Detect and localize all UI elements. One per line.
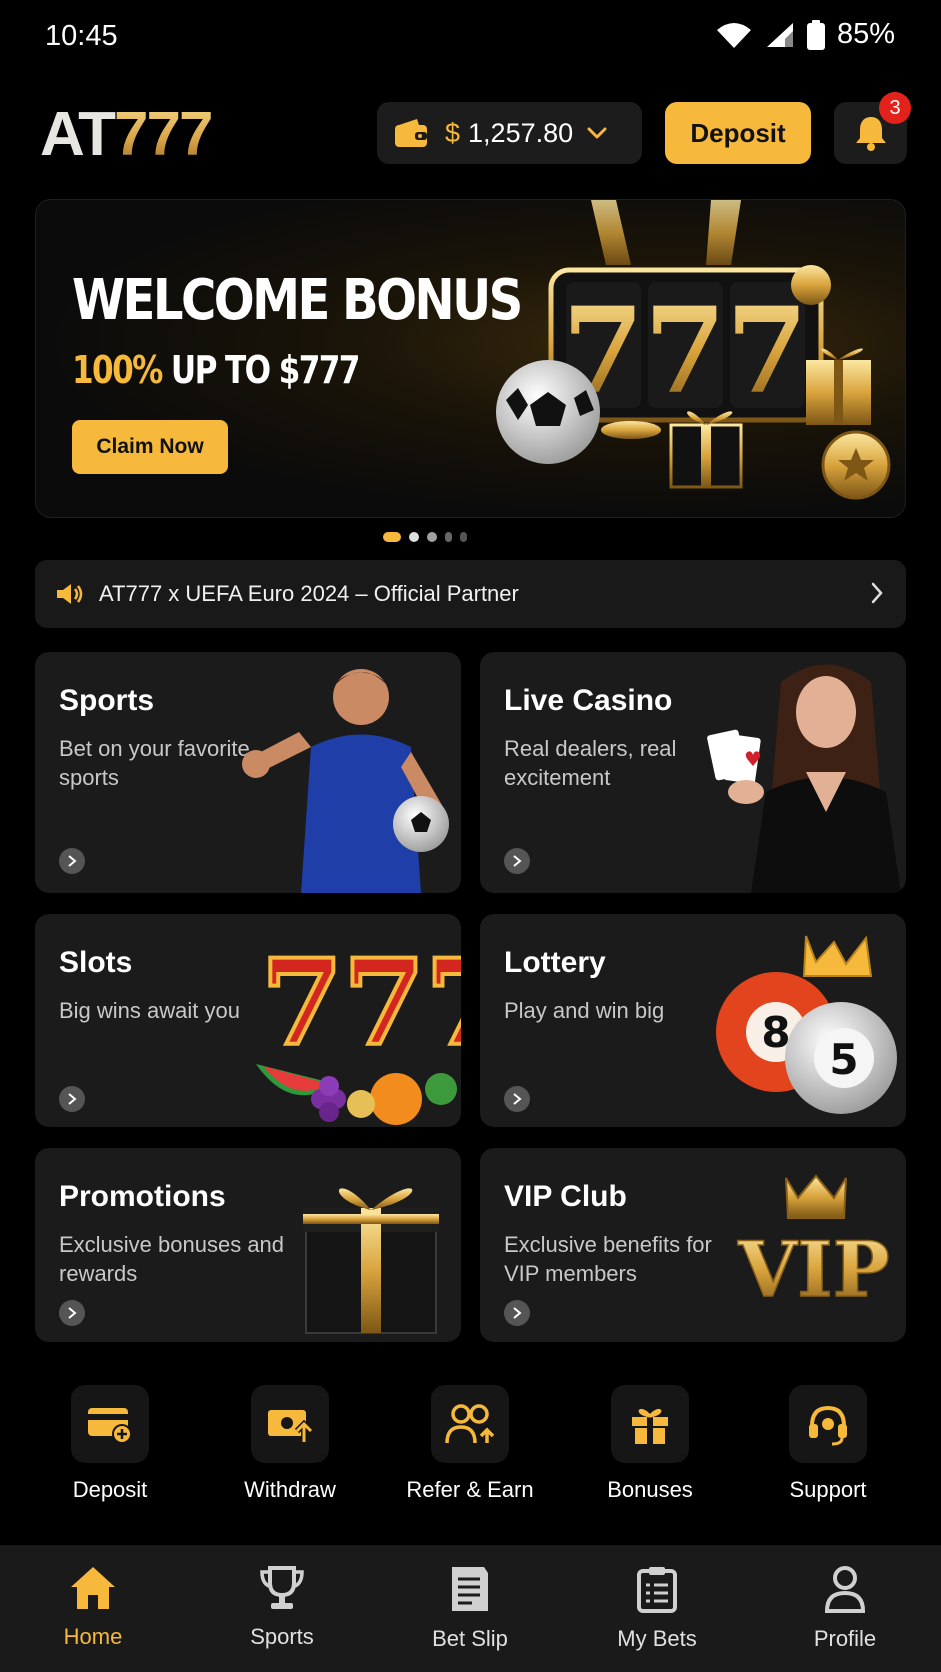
bottom-navigation: Home Sports Bet Slip My Bets Profile [0, 1545, 941, 1672]
cash-out-icon [251, 1385, 329, 1463]
clipboard-icon [637, 1567, 677, 1613]
app-logo[interactable]: AT777 [40, 100, 214, 170]
quick-action-support[interactable]: Support [738, 1385, 918, 1503]
quick-action-refer-earn[interactable]: Refer & Earn [380, 1385, 560, 1503]
pagination-dot[interactable] [427, 532, 437, 542]
logo-prefix: AT [40, 100, 116, 169]
category-card-live-casino[interactable]: Live Casino Real dealers, real excitemen… [480, 652, 906, 893]
soccer-player-illustration [242, 669, 449, 893]
status-bar: 10:45 85% [0, 0, 941, 72]
quick-action-withdraw[interactable]: Withdraw [200, 1385, 380, 1503]
card-description: Exclusive bonuses and rewards [59, 1232, 285, 1286]
battery-icon [806, 19, 825, 50]
category-card-promotions[interactable]: Promotions Exclusive bonuses and rewards [35, 1148, 461, 1342]
megaphone-icon [57, 584, 83, 604]
ticker-text: AT777 x UEFA Euro 2024 – Official Partne… [99, 581, 519, 606]
arrow-circle-icon[interactable] [59, 848, 85, 874]
nav-label: Home [63, 1624, 123, 1649]
casino-dealer-illustration: ♥ [707, 664, 901, 893]
nav-bet-slip[interactable]: Bet Slip [395, 1565, 545, 1652]
category-card-slots[interactable]: Slots Big wins await you 777 [35, 914, 461, 1127]
arrow-circle-icon[interactable] [504, 848, 530, 874]
lottery-ball-number: 5 [829, 1035, 858, 1084]
card-description: Exclusive benefits for VIP members [504, 1232, 712, 1286]
card-title: Slots [59, 946, 133, 979]
category-card-sports[interactable]: Sports Bet on your favorite sports [35, 652, 461, 893]
card-title: Sports [59, 684, 155, 717]
nav-my-bets[interactable]: My Bets [582, 1565, 732, 1652]
claim-now-button[interactable]: Claim Now [72, 420, 228, 474]
quick-action-label: Bonuses [607, 1477, 693, 1502]
lottery-balls-illustration: 8 5 [716, 935, 897, 1114]
nav-label: My Bets [617, 1626, 697, 1651]
chevron-down-icon [587, 127, 607, 139]
arrow-circle-icon[interactable] [59, 1300, 85, 1326]
signal-icon [766, 22, 793, 47]
card-description: Bet on your favorite sports [59, 736, 250, 790]
pagination-dot[interactable] [409, 532, 419, 542]
gift-box-illustration [303, 1188, 439, 1334]
nav-profile[interactable]: Profile [770, 1565, 920, 1652]
slot-machine-illustration: 7 7 7 [496, 200, 891, 500]
category-card-vip-club[interactable]: VIP Club Exclusive benefits for VIP memb… [480, 1148, 906, 1342]
vip-art-text: VIP [737, 1225, 890, 1314]
card-description: Big wins await you [59, 998, 240, 1023]
nav-label: Profile [813, 1626, 877, 1651]
nav-label: Bet Slip [432, 1626, 508, 1651]
status-icons: 85% [715, 18, 895, 51]
quick-action-bonuses[interactable]: Bonuses [560, 1385, 740, 1503]
quick-action-label: Withdraw [244, 1477, 336, 1502]
category-card-lottery[interactable]: Lottery Play and win big 8 5 [480, 914, 906, 1127]
quick-action-label: Refer & Earn [406, 1477, 534, 1502]
trophy-icon [260, 1566, 304, 1609]
slot-sevens-fruit-illustration: 777 [256, 931, 461, 1125]
user-icon [824, 1566, 866, 1613]
quick-action-deposit[interactable]: Deposit [20, 1385, 200, 1503]
svg-text:♥: ♥ [744, 747, 762, 771]
pagination-dot[interactable] [445, 532, 452, 542]
card-title: Lottery [504, 946, 606, 979]
welcome-bonus-banner[interactable]: WELCOME BONUS 100% UP TO $777 Claim Now … [35, 199, 906, 518]
banner-subtitle: 100% UP TO $777 [72, 348, 360, 392]
notification-badge: 3 [879, 92, 911, 124]
vip-crown-illustration: VIP [736, 1174, 891, 1315]
card-title: Live Casino [504, 684, 673, 717]
card-description: Real dealers, real excitement [504, 736, 677, 790]
wifi-icon [716, 22, 751, 48]
quick-action-label: Support [789, 1477, 867, 1502]
wallet-balance-selector[interactable]: $1,257.80 [377, 102, 642, 164]
wallet-amount: $1,257.80 [445, 117, 574, 148]
announcement-ticker[interactable]: AT777 x UEFA Euro 2024 – Official Partne… [35, 560, 906, 628]
svg-text:7: 7 [726, 281, 808, 420]
chevron-right-icon [871, 582, 883, 604]
svg-text:777: 777 [261, 933, 461, 1072]
headset-icon [789, 1385, 867, 1463]
users-plus-icon [431, 1385, 509, 1463]
bet-slip-icon [452, 1567, 488, 1611]
pagination-dot[interactable] [460, 532, 467, 542]
svg-text:7: 7 [644, 281, 726, 420]
card-title: Promotions [59, 1180, 226, 1213]
logo-number: 777 [114, 100, 213, 169]
pagination-dot-active[interactable] [383, 532, 401, 542]
card-description: Play and win big [504, 998, 665, 1023]
banner-title: WELCOME BONUS [72, 268, 523, 333]
gift-icon [611, 1385, 689, 1463]
nav-label: Sports [250, 1624, 314, 1649]
header-deposit-button[interactable]: Deposit [665, 102, 811, 164]
nav-home[interactable]: Home [18, 1565, 168, 1650]
battery-percent: 85% [836, 18, 895, 50]
banner-pagination [383, 532, 467, 542]
nav-sports[interactable]: Sports [207, 1565, 357, 1650]
arrow-circle-icon[interactable] [504, 1300, 530, 1326]
wallet-icon [395, 119, 427, 147]
quick-action-label: Deposit [72, 1477, 148, 1502]
notifications-button[interactable]: 3 [834, 92, 911, 164]
status-time: 10:45 [45, 20, 118, 52]
arrow-circle-icon[interactable] [504, 1086, 530, 1112]
card-title: VIP Club [504, 1180, 627, 1213]
card-plus-icon [71, 1385, 149, 1463]
arrow-circle-icon[interactable] [59, 1086, 85, 1112]
home-icon [71, 1567, 115, 1609]
